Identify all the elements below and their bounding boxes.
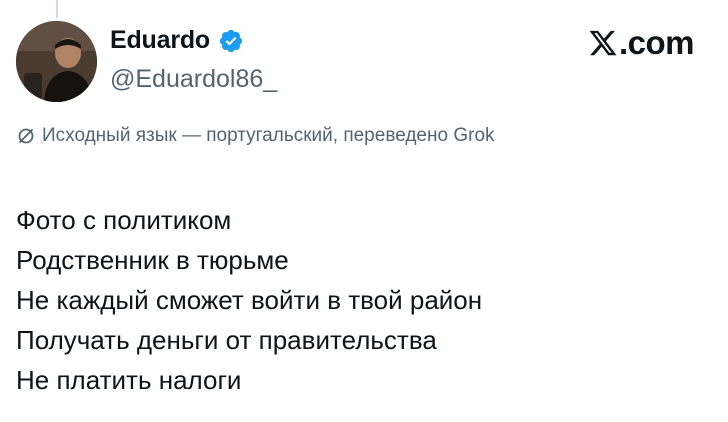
author-name-row[interactable]: Eduardo — [110, 26, 244, 55]
avatar[interactable] — [16, 21, 97, 102]
translation-note-text: Исходный язык — португальский, переведен… — [42, 125, 495, 146]
author-name[interactable]: Eduardo — [110, 26, 210, 55]
post-text-line: Не каждый сможет войти в твой район — [16, 285, 483, 315]
post-text: Фото с политиком Родственник в тюрьме Не… — [16, 200, 482, 400]
thread-connector-line — [56, 0, 58, 18]
translation-note[interactable]: Исходный язык — португальский, переведен… — [16, 125, 495, 147]
avatar-photo-icon — [16, 21, 97, 102]
translate-icon — [16, 126, 36, 146]
post-text-line: Фото с политиком — [16, 205, 232, 235]
brand-domain-label: .com — [618, 24, 695, 61]
author-handle[interactable]: @Eduardol86_ — [110, 65, 277, 94]
verified-badge-icon — [218, 28, 244, 54]
x-logo-icon — [588, 28, 618, 58]
post-text-line: Не платить налоги — [16, 365, 242, 395]
post-text-line: Родственник в тюрьме — [16, 245, 289, 275]
post-text-line: Получать деньги от правительства — [16, 325, 437, 355]
x-brand-watermark: .com — [588, 24, 695, 62]
